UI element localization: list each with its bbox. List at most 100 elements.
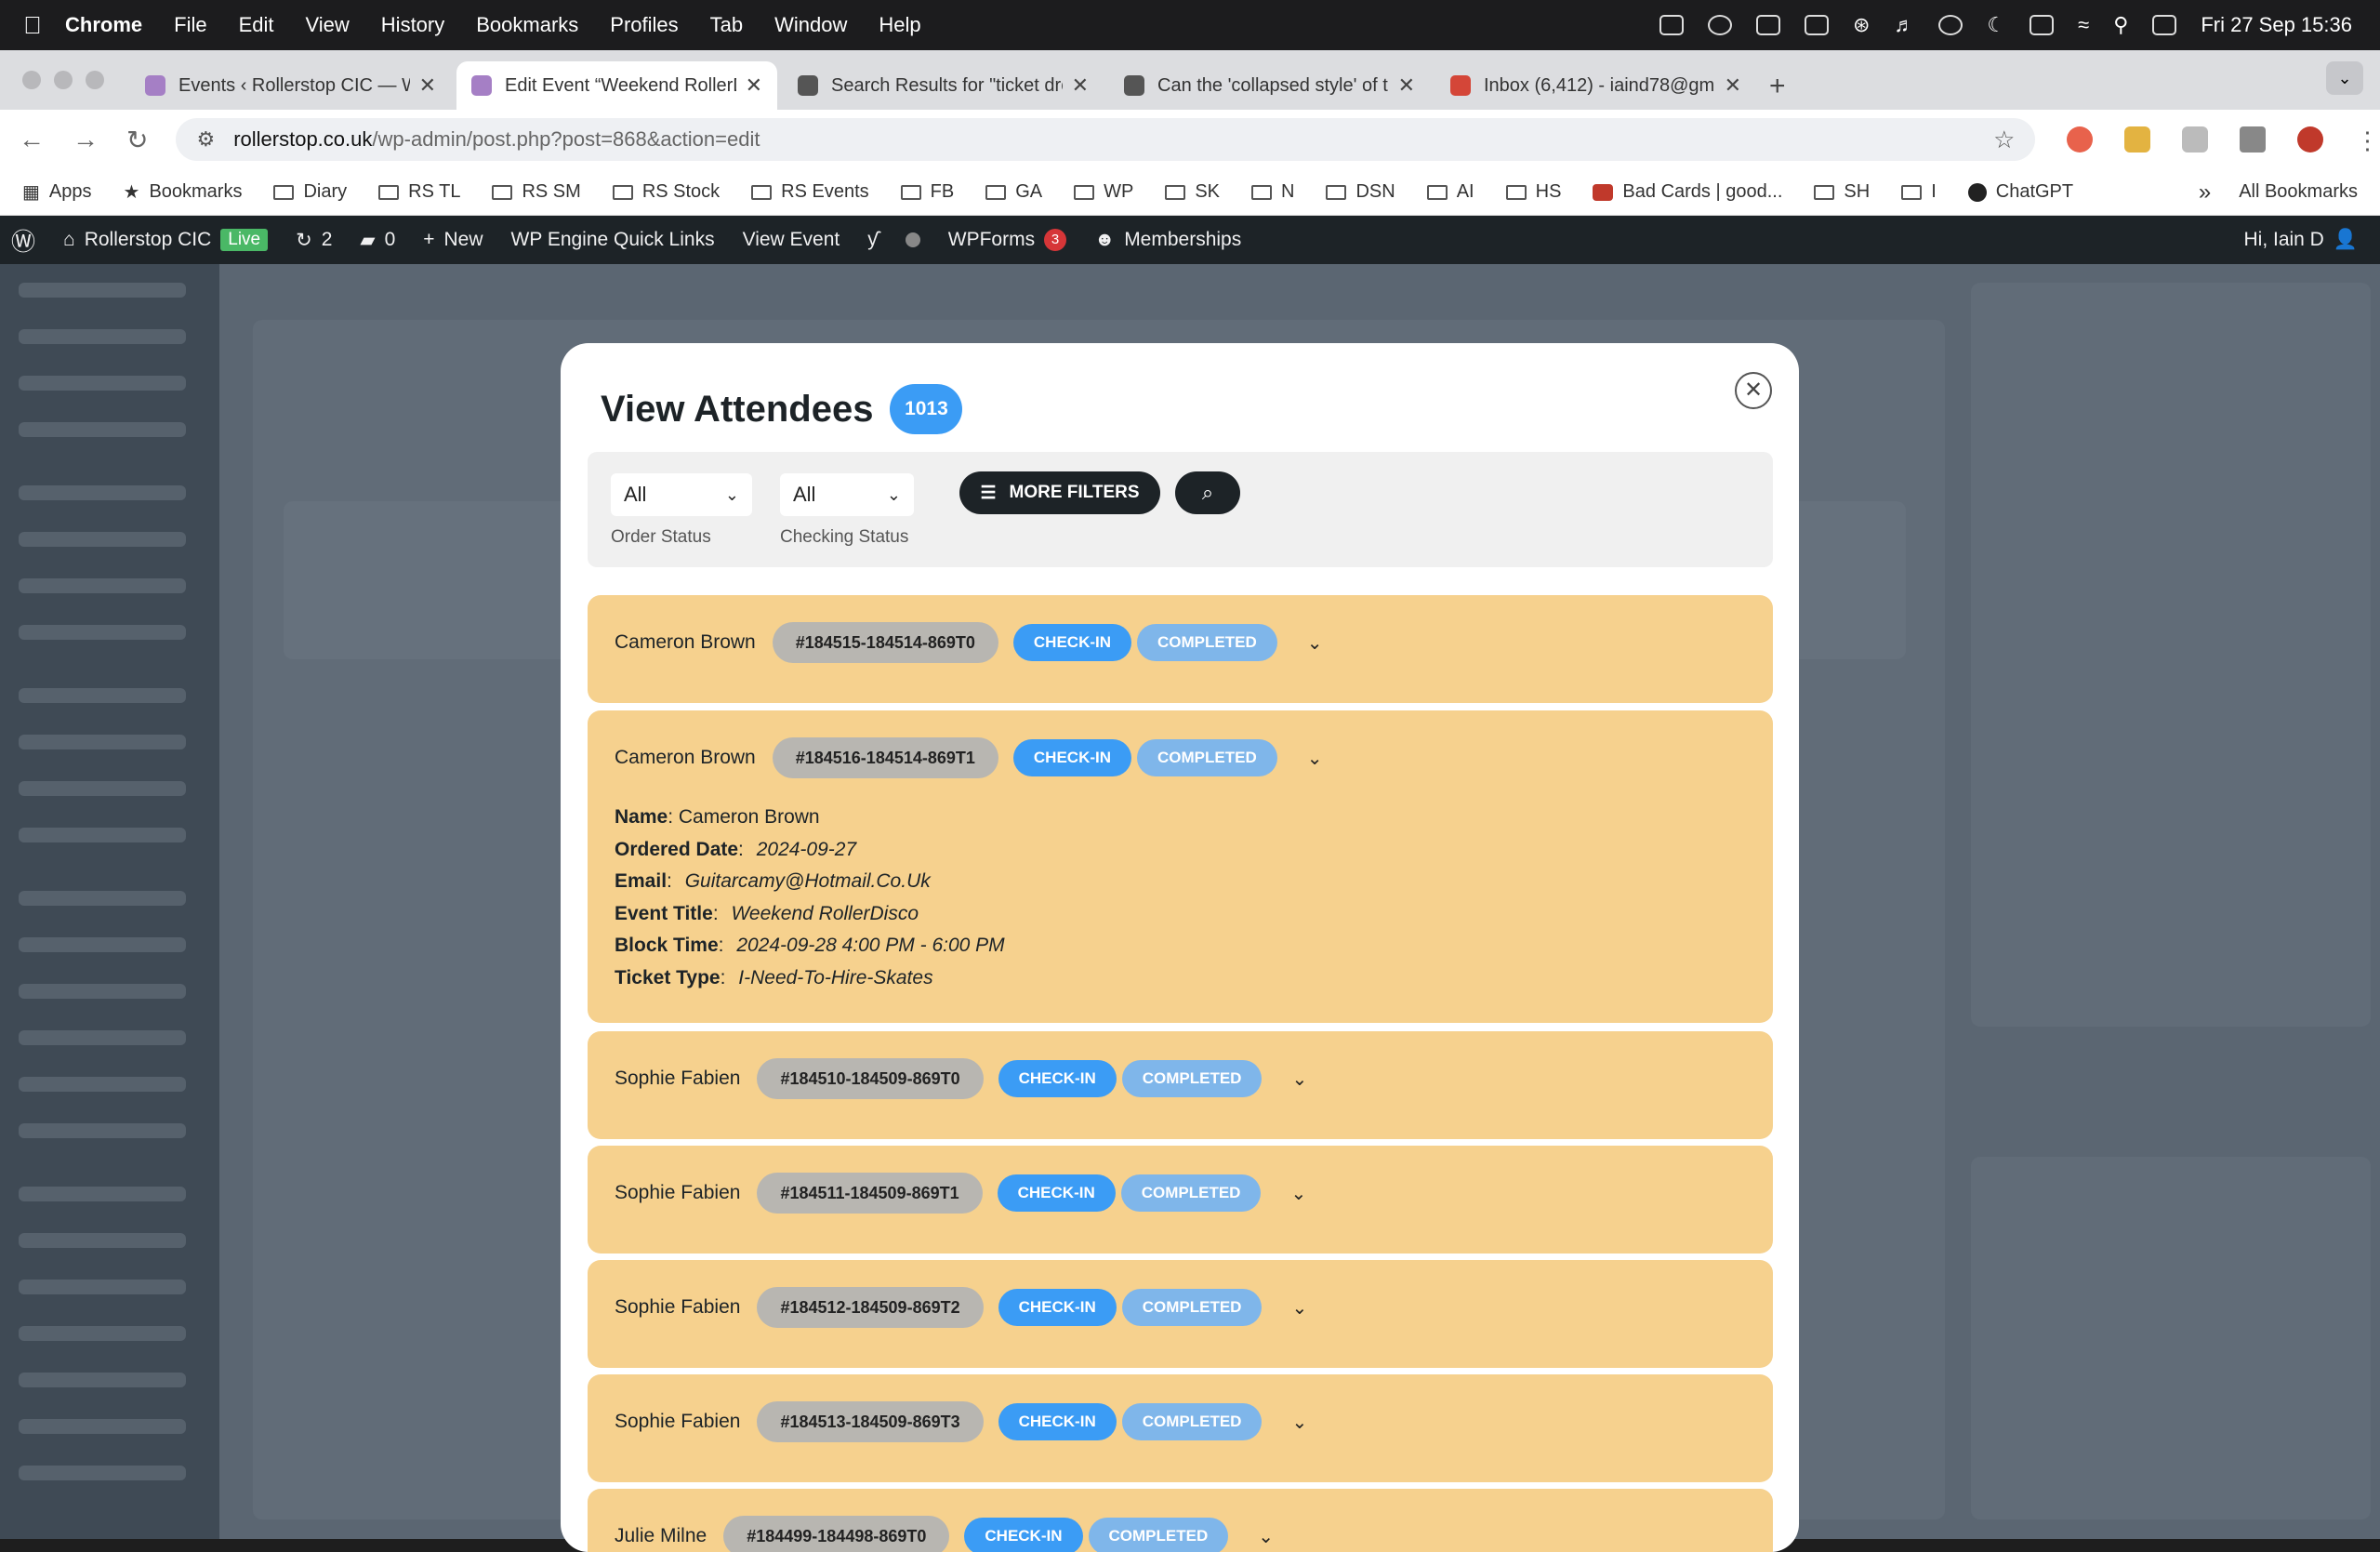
attendee-row[interactable]: Cameron Brown #184515-184514-869T0 CHECK… bbox=[615, 622, 1323, 663]
attendee-row[interactable]: Cameron Brown #184516-184514-869T1 CHECK… bbox=[615, 737, 1323, 778]
bookmark-folder-rs-stock[interactable]: RS Stock bbox=[612, 181, 720, 203]
bookmark-folder-sh[interactable]: SH bbox=[1814, 181, 1870, 203]
reload-icon[interactable]: ↻ bbox=[126, 125, 148, 155]
check-in-button[interactable]: CHECK-IN bbox=[998, 1289, 1117, 1326]
bookmark-apps[interactable]: ▦ Apps bbox=[22, 180, 92, 204]
attendee-row[interactable]: Sophie Fabien #184513-184509-869T3 CHECK… bbox=[615, 1401, 1307, 1442]
wp-updates[interactable]: ↻ 2 bbox=[296, 229, 332, 252]
wifi-icon[interactable]: ≈ bbox=[2078, 13, 2089, 37]
checking-status-select[interactable]: All ⌄ bbox=[780, 473, 914, 516]
bookmark-folder-ga[interactable]: GA bbox=[985, 181, 1042, 203]
apple-icon[interactable]:  bbox=[0, 11, 65, 40]
attendee-row[interactable]: Sophie Fabien #184511-184509-869T1 CHECK… bbox=[615, 1173, 1306, 1214]
tab-close-icon[interactable]: ✕ bbox=[419, 73, 436, 98]
tab-events[interactable]: Events ‹ Rollerstop CIC — Wo ✕ bbox=[130, 61, 451, 110]
check-in-button[interactable]: CHECK-IN bbox=[998, 1060, 1117, 1097]
menu-clock[interactable]: Fri 27 Sep 15:36 bbox=[2201, 13, 2352, 37]
tab-search-results[interactable]: Search Results for "ticket dro ✕ bbox=[783, 61, 1104, 110]
check-in-button[interactable]: CHECK-IN bbox=[1012, 624, 1132, 661]
tab-close-icon[interactable]: ✕ bbox=[1072, 73, 1089, 98]
bookmark-star-icon[interactable]: ☆ bbox=[1993, 126, 2015, 154]
search-button[interactable]: ⌕ bbox=[1175, 471, 1240, 514]
play-icon[interactable] bbox=[1938, 15, 1964, 35]
bookmark-chatgpt[interactable]: ChatGPT bbox=[1967, 181, 2073, 203]
bookmark-bookmarks[interactable]: ★ Bookmarks bbox=[124, 180, 243, 204]
bookmark-folder-rs-tl[interactable]: RS TL bbox=[378, 181, 460, 203]
battery-icon[interactable] bbox=[2030, 15, 2055, 35]
extensions-puzzle-icon[interactable] bbox=[2182, 126, 2209, 153]
check-in-button[interactable]: CHECK-IN bbox=[998, 1403, 1117, 1440]
chevron-down-icon[interactable]: ⌄ bbox=[1290, 1182, 1306, 1205]
bookmark-folder-fb[interactable]: FB bbox=[900, 181, 954, 203]
memberships-menu[interactable]: ☻ Memberships bbox=[1094, 229, 1241, 251]
bookmark-folder-n[interactable]: N bbox=[1251, 181, 1294, 203]
chevron-down-icon[interactable]: ⌄ bbox=[1307, 747, 1323, 770]
moon-icon[interactable]: ☾ bbox=[1987, 13, 2005, 37]
site-info-icon[interactable]: ⚙ bbox=[196, 127, 215, 152]
bookmark-bad-cards[interactable]: Bad Cards | good... bbox=[1593, 181, 1782, 203]
menu-edit[interactable]: Edit bbox=[239, 13, 274, 37]
tab-close-icon[interactable]: ✕ bbox=[1725, 73, 1741, 98]
wp-comments[interactable]: ▰ 0 bbox=[360, 229, 395, 252]
bookmark-folder-i[interactable]: I bbox=[1901, 181, 1937, 203]
menu-file[interactable]: File bbox=[174, 13, 206, 37]
bluetooth-icon[interactable]: ⊛ bbox=[1853, 13, 1870, 37]
view-event-link[interactable]: View Event bbox=[743, 229, 840, 251]
all-bookmarks[interactable]: » All Bookmarks bbox=[2199, 179, 2358, 206]
bookmarks-overflow-icon[interactable]: » bbox=[2199, 179, 2211, 206]
address-bar[interactable]: ⚙ rollerstop.co.uk/wp-admin/post.php?pos… bbox=[176, 118, 2036, 161]
close-window-icon[interactable] bbox=[22, 71, 41, 89]
bookmark-folder-dsn[interactable]: DSN bbox=[1326, 181, 1395, 203]
menu-history[interactable]: History bbox=[381, 13, 444, 37]
menu-window[interactable]: Window bbox=[774, 13, 847, 37]
extension-infinity-icon[interactable] bbox=[2067, 126, 2094, 153]
bookmark-folder-diary[interactable]: Diary bbox=[273, 181, 347, 203]
check-in-button[interactable]: CHECK-IN bbox=[1012, 739, 1132, 776]
tab-gmail-inbox[interactable]: Inbox (6,412) - iaind78@gmai ✕ bbox=[1435, 61, 1756, 110]
seo-status-dot-icon[interactable] bbox=[905, 232, 920, 247]
bookmark-folder-wp[interactable]: WP bbox=[1074, 181, 1133, 203]
back-arrow-icon[interactable]: ← bbox=[19, 125, 45, 154]
order-status-select[interactable]: All ⌄ bbox=[611, 473, 752, 516]
extension-pen-icon[interactable] bbox=[2124, 126, 2151, 153]
drive-icon[interactable] bbox=[1659, 15, 1684, 35]
profile-avatar[interactable] bbox=[2297, 126, 2324, 153]
wpforms-menu[interactable]: WPForms 3 bbox=[948, 229, 1067, 251]
attendee-row[interactable]: Sophie Fabien #184510-184509-869T0 CHECK… bbox=[615, 1058, 1307, 1099]
more-filters-button[interactable]: ☰ MORE FILTERS bbox=[959, 471, 1160, 514]
menu-app-name[interactable]: Chrome bbox=[65, 13, 142, 37]
tab-close-icon[interactable]: ✕ bbox=[746, 73, 762, 98]
maximize-window-icon[interactable] bbox=[86, 71, 104, 89]
tab-collapsed-style[interactable]: Can the 'collapsed style' of th ✕ bbox=[1109, 61, 1430, 110]
attendee-row[interactable]: Julie Milne #184499-184498-869T0 CHECK-I… bbox=[615, 1516, 1274, 1552]
tab-close-icon[interactable]: ✕ bbox=[1398, 73, 1415, 98]
layout-icon[interactable] bbox=[1804, 15, 1829, 35]
chrome-menu-icon[interactable]: ⋮ bbox=[2355, 126, 2379, 154]
yoast-icon[interactable]: ƴ bbox=[867, 229, 878, 251]
account-menu[interactable]: Hi, Iain D 👤 bbox=[2243, 229, 2358, 251]
chevron-down-icon[interactable]: ⌄ bbox=[1291, 1411, 1307, 1434]
wp-site-link[interactable]: ⌂ Rollerstop CIC Live bbox=[63, 229, 269, 251]
wordpress-logo-icon[interactable]: Ⓦ bbox=[11, 223, 35, 258]
attendee-row[interactable]: Sophie Fabien #184512-184509-869T2 CHECK… bbox=[615, 1287, 1307, 1328]
menu-help[interactable]: Help bbox=[879, 13, 920, 37]
cloud-icon[interactable] bbox=[1707, 15, 1732, 35]
control-center-icon[interactable] bbox=[2152, 15, 2177, 35]
menu-view[interactable]: View bbox=[306, 13, 350, 37]
bookmark-folder-hs[interactable]: HS bbox=[1505, 181, 1561, 203]
new-tab-icon[interactable]: + bbox=[1769, 71, 1786, 102]
tab-edit-event[interactable]: Edit Event “Weekend RollerDi ✕ bbox=[456, 61, 777, 110]
spotlight-search-icon[interactable]: ⚲ bbox=[2113, 13, 2128, 37]
menu-profiles[interactable]: Profiles bbox=[610, 13, 678, 37]
forward-arrow-icon[interactable]: → bbox=[73, 125, 99, 154]
chevron-down-icon[interactable]: ⌄ bbox=[1307, 631, 1323, 655]
bookmark-folder-ai[interactable]: AI bbox=[1426, 181, 1474, 203]
menu-bookmarks[interactable]: Bookmarks bbox=[476, 13, 578, 37]
bookmark-folder-rs-events[interactable]: RS Events bbox=[751, 181, 869, 203]
bookmark-folder-rs-sm[interactable]: RS SM bbox=[492, 181, 581, 203]
chevron-down-icon[interactable]: ⌄ bbox=[1291, 1068, 1307, 1091]
chevron-down-icon[interactable]: ⌄ bbox=[1258, 1525, 1274, 1548]
menu-tab[interactable]: Tab bbox=[710, 13, 743, 37]
volume-icon[interactable]: ♬ bbox=[1894, 13, 1914, 37]
bookmark-folder-sk[interactable]: SK bbox=[1165, 181, 1220, 203]
